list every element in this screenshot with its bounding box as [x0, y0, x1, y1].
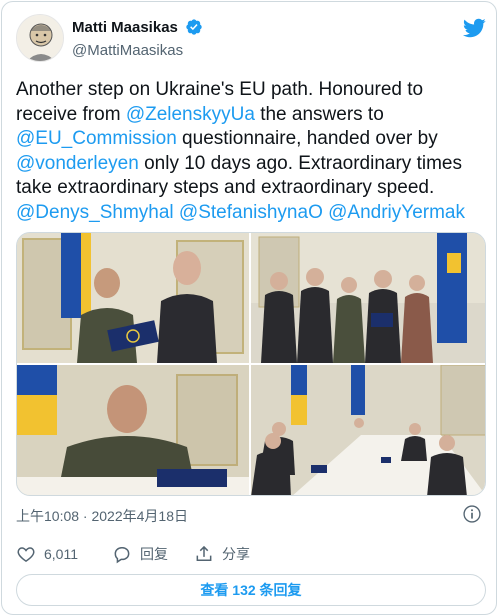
tweet-actions: 6,011 回复 分享	[16, 542, 486, 566]
share-icon	[196, 545, 212, 561]
photo-3[interactable]	[17, 365, 249, 495]
tweet-text-part: questionnaire, handed over by	[176, 128, 438, 149]
mention-stefanishynao[interactable]: @StefanishynaO	[179, 202, 323, 223]
mention-eu-commission[interactable]: @EU_Commission	[16, 128, 177, 149]
verified-badge-icon	[186, 19, 203, 35]
likes-count: 6,011	[44, 546, 78, 562]
author-handle[interactable]: @MattiMaasikas	[72, 42, 183, 59]
photo-1[interactable]	[17, 233, 249, 363]
tweet-header: Matti Maasikas @MattiMaasikas	[16, 14, 486, 64]
mention-andriyyermak[interactable]: @AndriyYermak	[328, 202, 465, 223]
tweet-card: Matti Maasikas @MattiMaasikas Another st…	[1, 1, 497, 615]
photo-4[interactable]	[251, 365, 485, 495]
photo-grid	[16, 232, 486, 496]
author-display-name[interactable]: Matti Maasikas	[72, 19, 178, 36]
heart-icon	[17, 547, 35, 562]
like-button[interactable]: 6,011	[16, 542, 78, 566]
photo-2[interactable]	[251, 233, 485, 363]
tweet-text-part: the answers to	[254, 103, 384, 125]
share-label: 分享	[222, 546, 250, 562]
tweet-text: Another step on Ukraine's EU path. Honou…	[16, 78, 486, 225]
tweet-timestamp[interactable]: 上午10:08 · 2022年4月18日	[16, 506, 188, 526]
avatar[interactable]	[16, 14, 64, 62]
share-button[interactable]: 分享	[194, 542, 250, 566]
mention-vonderleyen[interactable]: @vonderleyen	[16, 153, 139, 174]
view-replies-button[interactable]: 查看 132 条回复	[16, 574, 486, 606]
info-icon[interactable]	[462, 504, 482, 524]
reply-button[interactable]: 回复	[112, 542, 168, 566]
reply-label: 回复	[140, 546, 168, 562]
reply-bubble-icon	[114, 547, 130, 564]
mention-denys-shmyhal[interactable]: @Denys_Shmyhal	[16, 202, 174, 223]
twitter-bird-icon[interactable]	[462, 16, 486, 40]
mention-zelenskyyua[interactable]: @ZelenskyyUa	[126, 104, 255, 125]
